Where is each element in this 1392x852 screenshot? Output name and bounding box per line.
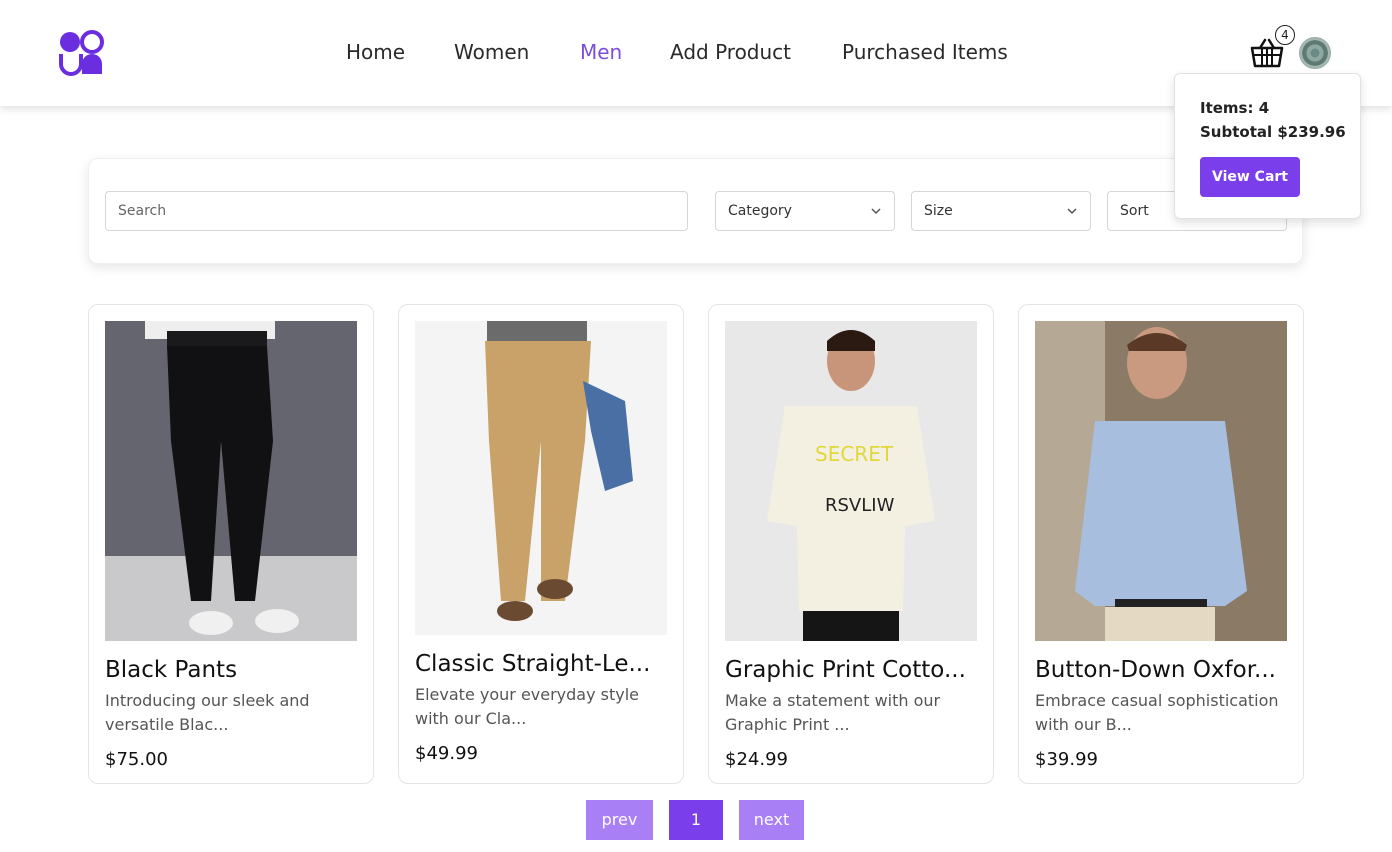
nav-home[interactable]: Home <box>346 40 405 64</box>
product-image: SECRET RSVLIW <box>725 321 977 641</box>
product-card[interactable]: Classic Straight-Le... Elevate your ever… <box>398 304 684 784</box>
product-card[interactable]: Black Pants Introducing our sleek and ve… <box>88 304 374 784</box>
product-description-line: Elevate your everyday style <box>415 685 640 704</box>
product-image <box>415 321 667 635</box>
cart-items-count: Items: 4 <box>1200 99 1270 117</box>
product-card[interactable]: Button-Down Oxfor... Embrace casual soph… <box>1018 304 1304 784</box>
product-price: $49.99 <box>415 743 478 764</box>
cart-subtotal: Subtotal $239.96 <box>1200 123 1346 141</box>
product-price: $39.99 <box>1035 749 1098 770</box>
chevron-down-icon <box>1067 208 1077 215</box>
nav-add-product[interactable]: Add Product <box>670 40 791 64</box>
page-number-button[interactable]: 1 <box>669 800 723 840</box>
product-title: Black Pants <box>105 657 238 683</box>
product-description-line: with our B... <box>1035 715 1132 734</box>
product-description-line: Embrace casual sophistication <box>1035 691 1279 710</box>
cart-count-badge: 4 <box>1275 25 1295 45</box>
svg-text:RSVLIW: RSVLIW <box>825 495 895 516</box>
product-description-line: Graphic Print ... <box>725 715 850 734</box>
view-cart-button[interactable]: View Cart <box>1200 157 1300 197</box>
product-title: Button-Down Oxfor... <box>1035 657 1276 683</box>
product-image <box>1035 321 1287 641</box>
nav-men[interactable]: Men <box>580 40 622 64</box>
prev-page-button[interactable]: prev <box>586 800 653 840</box>
cart-dropdown: Items: 4 Subtotal $239.96 View Cart <box>1174 73 1361 219</box>
sort-select-label: Sort <box>1120 203 1149 219</box>
search-input[interactable] <box>105 191 688 231</box>
product-description-line: Make a statement with our <box>725 691 941 710</box>
product-price: $24.99 <box>725 749 788 770</box>
product-description: Embrace casual sophistication with our B… <box>1035 689 1287 737</box>
nav-women[interactable]: Women <box>454 40 529 64</box>
product-description: Make a statement with our Graphic Print … <box>725 689 977 737</box>
product-title: Classic Straight-Le... <box>415 651 651 677</box>
product-description-line: with our Cla... <box>415 709 527 728</box>
size-select[interactable]: Size <box>911 191 1091 231</box>
category-select-label: Category <box>728 203 792 219</box>
product-description: Introducing our sleek and versatile Blac… <box>105 689 357 737</box>
product-image <box>105 321 357 641</box>
product-title: Graphic Print Cotto... <box>725 657 966 683</box>
next-page-button[interactable]: next <box>739 800 804 840</box>
product-card[interactable]: SECRET RSVLIW Graphic Print Cotto... Mak… <box>708 304 994 784</box>
product-description-line: versatile Blac... <box>105 715 229 734</box>
size-select-label: Size <box>924 203 953 219</box>
product-price: $75.00 <box>105 749 168 770</box>
product-description-line: Introducing our sleek and <box>105 691 310 710</box>
svg-text:SECRET: SECRET <box>815 442 894 466</box>
chevron-down-icon <box>871 208 881 215</box>
avatar[interactable] <box>1299 37 1331 69</box>
category-select[interactable]: Category <box>715 191 895 231</box>
nav-purchased-items[interactable]: Purchased Items <box>842 40 1008 64</box>
product-description: Elevate your everyday style with our Cla… <box>415 683 667 731</box>
filter-panel: Category Size Sort <box>88 158 1303 264</box>
